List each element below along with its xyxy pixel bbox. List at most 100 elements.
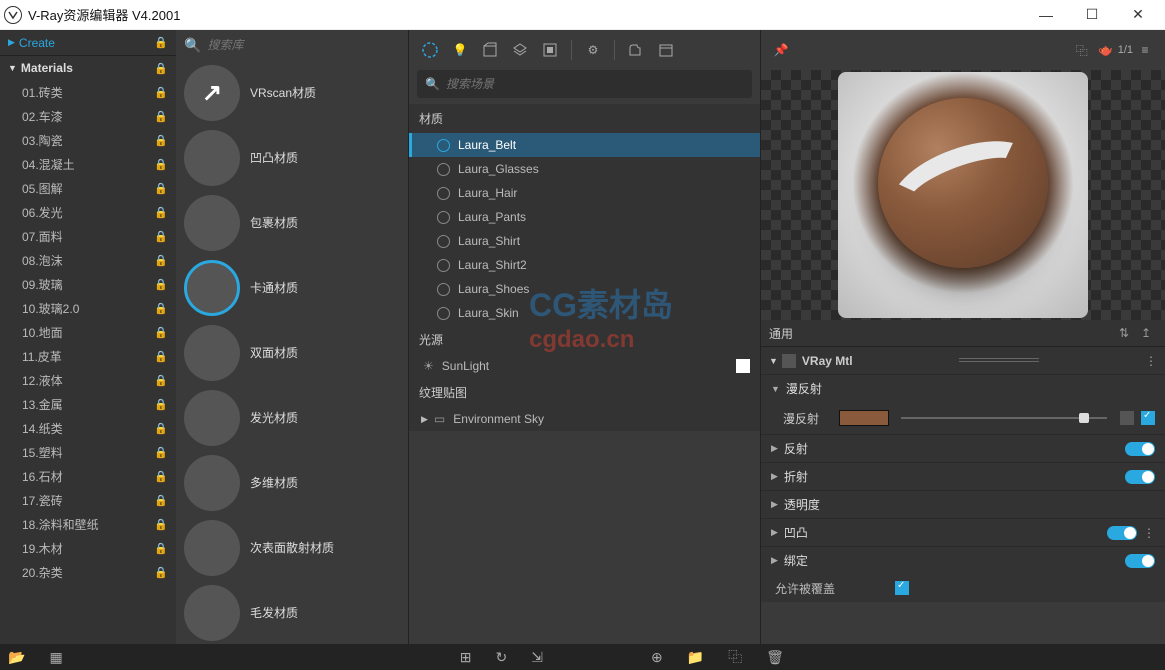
enable-checkbox[interactable] — [782, 354, 796, 368]
library-material[interactable]: 卡通材质 — [176, 255, 408, 320]
library-material[interactable]: 多维材质 — [176, 450, 408, 515]
diffuse-map-checkbox[interactable] — [1141, 411, 1155, 425]
reflection-group[interactable]: ▶ 反射 — [761, 434, 1165, 462]
bind-group[interactable]: ▶ 绑定 — [761, 546, 1165, 574]
maximize-button[interactable]: ☐ — [1069, 0, 1115, 30]
library-material[interactable]: 包裹材质 — [176, 190, 408, 255]
category-item[interactable]: 11.皮革🔒 — [0, 344, 176, 368]
scene-material-item[interactable]: Laura_Shirt — [409, 229, 760, 253]
drag-handle-icon[interactable] — [853, 358, 1145, 364]
duplicate-icon[interactable]: ⿻ — [728, 647, 742, 667]
scene-material-item[interactable]: Laura_Pants — [409, 205, 760, 229]
override-checkbox[interactable] — [895, 581, 909, 595]
thumbnails-icon[interactable]: ⊞ — [460, 649, 472, 666]
light-name: SunLight — [442, 359, 489, 373]
scene-material-item[interactable]: Laura_Skin — [409, 301, 760, 325]
scene-material-item[interactable]: Laura_Glasses — [409, 157, 760, 181]
category-item[interactable]: 15.塑料🔒 — [0, 440, 176, 464]
delete-icon[interactable]: 🗑 — [766, 649, 784, 666]
opacity-group[interactable]: ▶ 透明度 — [761, 490, 1165, 518]
library-material[interactable]: VRscan材质 — [176, 60, 408, 125]
minimize-button[interactable]: — — [1023, 0, 1069, 30]
lock-icon: 🔒 — [154, 566, 168, 579]
category-item[interactable]: 06.发光🔒 — [0, 200, 176, 224]
material-name-row[interactable]: ▼ VRay Mtl ⋮ — [761, 346, 1165, 374]
category-item[interactable]: 05.图解🔒 — [0, 176, 176, 200]
layers-tab-icon[interactable] — [507, 37, 533, 63]
library-material[interactable]: 双面材质 — [176, 320, 408, 385]
category-item[interactable]: 20.杂类🔒 — [0, 560, 176, 584]
category-item[interactable]: 01.砖类🔒 — [0, 80, 176, 104]
add-icon[interactable]: ⊕ — [651, 649, 663, 666]
copy-icon[interactable]: ⿻ — [1070, 38, 1094, 62]
open-folder-icon[interactable]: 📂 — [8, 649, 25, 666]
geometry-tab-icon[interactable] — [477, 37, 503, 63]
library-search[interactable]: 🔍 — [176, 30, 408, 60]
library-material[interactable]: 凹凸材质 — [176, 125, 408, 190]
category-item[interactable]: 10.地面🔒 — [0, 320, 176, 344]
category-item[interactable]: 04.混凝土🔒 — [0, 152, 176, 176]
bind-toggle[interactable] — [1125, 554, 1155, 568]
chevron-right-icon: ▶ — [771, 499, 778, 510]
category-item[interactable]: 19.木材🔒 — [0, 536, 176, 560]
library-material[interactable]: 发光材质 — [176, 385, 408, 450]
library-material[interactable]: 毛发材质 — [176, 580, 408, 644]
frame-tab-icon[interactable] — [537, 37, 563, 63]
texture-item[interactable]: ▶ ▭ Environment Sky — [409, 407, 760, 431]
close-button[interactable]: ✕ — [1115, 0, 1161, 30]
scene-search[interactable]: 🔍 — [417, 70, 752, 98]
scene-search-input[interactable] — [446, 77, 744, 91]
override-label: 允许被覆盖 — [775, 580, 835, 597]
category-item[interactable]: 10.玻璃2.0🔒 — [0, 296, 176, 320]
category-label: 19.木材 — [22, 540, 154, 557]
category-item[interactable]: 02.车漆🔒 — [0, 104, 176, 128]
settings-icon[interactable]: ⚙ — [580, 37, 606, 63]
refraction-toggle[interactable] — [1125, 470, 1155, 484]
materials-tab-icon[interactable] — [417, 37, 443, 63]
pin-icon[interactable]: 📌 — [769, 38, 793, 62]
filter-icon[interactable]: ⇅ — [1113, 326, 1135, 340]
refraction-group[interactable]: ▶ 折射 — [761, 462, 1165, 490]
materials-header[interactable]: ▼ Materials 🔒 — [0, 56, 176, 80]
category-item[interactable]: 08.泡沫🔒 — [0, 248, 176, 272]
library-search-input[interactable] — [207, 38, 400, 52]
export-icon[interactable]: ↥ — [1135, 326, 1157, 340]
reflection-toggle[interactable] — [1125, 442, 1155, 456]
light-color-swatch[interactable] — [736, 359, 750, 373]
more-icon[interactable]: ⋮ — [1145, 354, 1157, 368]
category-item[interactable]: 12.液体🔒 — [0, 368, 176, 392]
library-material[interactable]: 次表面散射材质 — [176, 515, 408, 580]
diffuse-group[interactable]: ▼ 漫反射 — [761, 374, 1165, 402]
category-item[interactable]: 07.面料🔒 — [0, 224, 176, 248]
import-icon[interactable]: ⇲ — [531, 649, 543, 666]
light-item[interactable]: ☀ SunLight — [409, 354, 760, 378]
category-item[interactable]: 14.纸类🔒 — [0, 416, 176, 440]
category-item[interactable]: 17.瓷砖🔒 — [0, 488, 176, 512]
diffuse-map-button[interactable] — [1119, 410, 1135, 426]
lights-tab-icon[interactable]: 💡 — [447, 37, 473, 63]
diffuse-slider[interactable] — [901, 417, 1107, 419]
category-item[interactable]: 03.陶瓷🔒 — [0, 128, 176, 152]
render-icon[interactable] — [623, 37, 649, 63]
material-ball-icon — [437, 283, 450, 296]
scene-material-item[interactable]: Laura_Hair — [409, 181, 760, 205]
diffuse-color-swatch[interactable] — [839, 410, 889, 426]
category-item[interactable]: 16.石材🔒 — [0, 464, 176, 488]
scene-material-item[interactable]: Laura_Belt — [409, 133, 760, 157]
create-menu[interactable]: ▶ Create 🔒 — [0, 30, 176, 56]
more-icon[interactable]: ⋮ — [1143, 526, 1155, 540]
bump-toggle[interactable] — [1107, 526, 1137, 540]
bump-group[interactable]: ▶ 凹凸 ⋮ — [761, 518, 1165, 546]
menu-icon[interactable]: ≡ — [1133, 38, 1157, 62]
scene-material-item[interactable]: Laura_Shoes — [409, 277, 760, 301]
category-item[interactable]: 09.玻璃🔒 — [0, 272, 176, 296]
chevron-right-icon: ▶ — [771, 527, 778, 538]
category-item[interactable]: 18.涂料和壁纸🔒 — [0, 512, 176, 536]
grid-icon[interactable]: ▦ — [49, 649, 62, 666]
refresh-icon[interactable]: ↻ — [496, 649, 508, 666]
scene-material-item[interactable]: Laura_Shirt2 — [409, 253, 760, 277]
folder-icon[interactable]: 📁 — [687, 649, 704, 666]
teapot-icon[interactable]: 🫖 — [1094, 38, 1118, 62]
category-item[interactable]: 13.金属🔒 — [0, 392, 176, 416]
frame-buffer-icon[interactable] — [653, 37, 679, 63]
